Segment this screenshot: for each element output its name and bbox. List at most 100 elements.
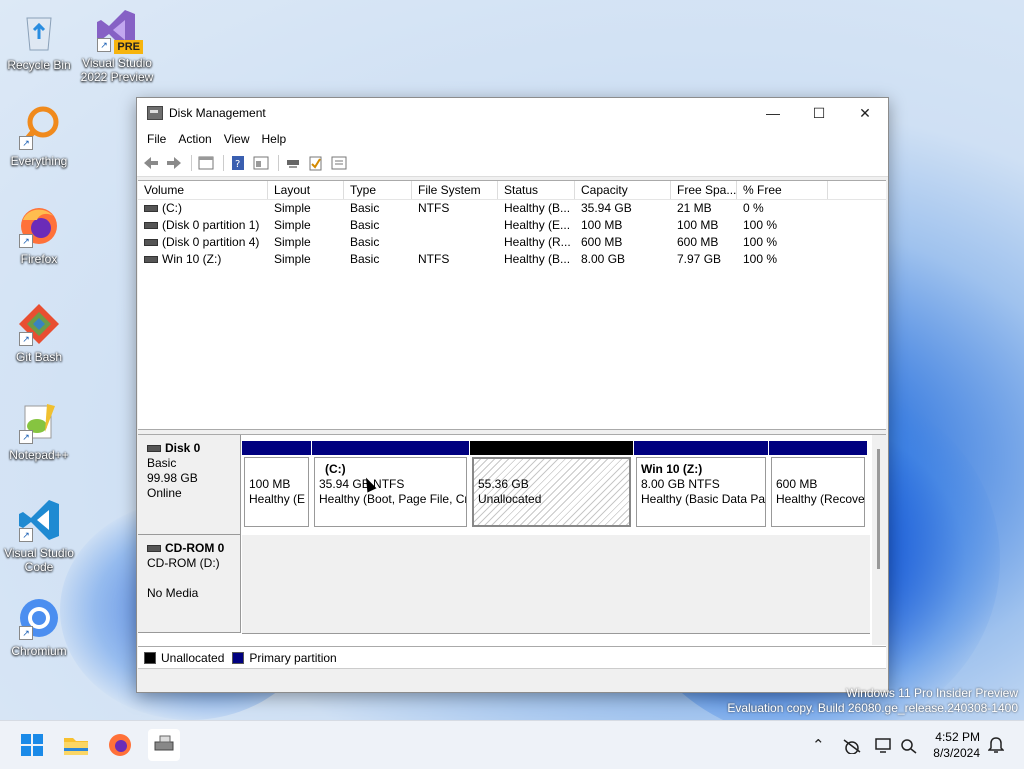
percent-free-cell: 100 % — [743, 218, 778, 232]
menu-bar: File Action View Help — [137, 128, 888, 150]
notification-bell-icon[interactable] — [988, 721, 1004, 769]
cdrom-icon — [147, 545, 161, 553]
cdrom-type: CD-ROM (D:) — [147, 556, 220, 570]
partition-title: Win 10 (Z:) — [641, 462, 703, 476]
column-header-file-system[interactable]: File System — [412, 181, 498, 199]
show-hidden-icons-chevron-icon[interactable]: ⌃ — [812, 721, 825, 769]
primary-partition-bar — [242, 441, 311, 455]
desktop-icon-everything[interactable]: ↗ Everything — [1, 106, 77, 168]
shortcut-arrow-icon: ↗ — [97, 38, 111, 52]
start-button[interactable] — [16, 729, 48, 761]
column-header-layout[interactable]: Layout — [268, 181, 344, 199]
column-header-capacity[interactable]: Capacity — [575, 181, 671, 199]
display-icon[interactable] — [874, 721, 894, 769]
volume-name: (Disk 0 partition 1) — [162, 218, 260, 232]
file-system-cell — [412, 234, 498, 251]
column-header-volume[interactable]: Volume — [138, 181, 268, 199]
taskbar-file-explorer[interactable] — [60, 729, 92, 761]
help-icon[interactable]: ? — [228, 154, 248, 172]
partition-size: 600 MB — [776, 477, 818, 491]
toolbar-separator — [223, 155, 224, 171]
taskbar: ⌃ 4:52 PM 8/3/2024 — [0, 720, 1024, 769]
partition-status: Healthy (E — [249, 492, 306, 506]
capacity-cell: 600 MB — [581, 235, 623, 249]
layout-cell: Simple — [274, 235, 311, 249]
column-headers: Volume Layout Type File System Status Ca… — [138, 181, 886, 200]
watermark-build: Evaluation copy. Build 26080.ge_release.… — [727, 701, 1018, 715]
percent-free-cell: 0 % — [743, 201, 764, 215]
disk-management-app-icon — [147, 106, 163, 120]
partition-title: (C:) — [325, 462, 346, 476]
primary-partition-bar — [312, 441, 469, 455]
desktop-icon-recycle-bin[interactable]: Recycle Bin — [1, 10, 77, 72]
column-header-free-space[interactable]: Free Spa... — [671, 181, 737, 199]
properties-icon[interactable] — [196, 154, 216, 172]
maximize-button[interactable]: ☐ — [796, 98, 842, 128]
window-title: Disk Management — [169, 106, 266, 120]
menu-help[interactable]: Help — [256, 132, 293, 146]
column-header-type[interactable]: Type — [344, 181, 412, 199]
scrollbar-thumb[interactable] — [877, 449, 880, 569]
partition-body: 55.36 GB Unallocated — [472, 457, 631, 527]
taskbar-disk-management[interactable] — [148, 729, 180, 761]
disk-0-partitions: 100 MB Healthy (E (C:) 35.94 GB NTFS Hea… — [242, 441, 870, 531]
desktop-icon-git-bash[interactable]: ↗ Git Bash — [1, 302, 77, 364]
minimize-button[interactable]: — — [750, 98, 796, 128]
partition-recovery[interactable]: 600 MB Healthy (Recove — [769, 441, 867, 529]
accessibility-icon[interactable] — [900, 721, 918, 769]
view-icon[interactable] — [251, 154, 271, 172]
disk-icon — [147, 445, 161, 453]
watermark-edition: Windows 11 Pro Insider Preview — [846, 686, 1018, 700]
menu-action[interactable]: Action — [172, 132, 217, 146]
partition-efi[interactable]: 100 MB Healthy (E — [242, 441, 311, 529]
table-row[interactable]: (Disk 0 partition 1) Simple Basic Health… — [138, 217, 886, 234]
cdrom-name: CD-ROM 0 — [165, 541, 225, 555]
partition-status: Healthy (Boot, Page File, Cr — [319, 492, 467, 506]
partition-body: 600 MB Healthy (Recove — [771, 457, 865, 527]
desktop-icon-firefox[interactable]: ↗ Firefox — [1, 204, 77, 266]
disk-0-label[interactable]: Disk 0 Basic 99.98 GB Online — [138, 435, 241, 535]
desktop-icon-label: Git Bash — [15, 350, 63, 364]
desktop-icon-chromium[interactable]: ↗ Chromium — [1, 596, 77, 658]
file-system-cell — [412, 217, 498, 234]
desktop-icon-label: Recycle Bin — [7, 58, 71, 72]
shortcut-arrow-icon: ↗ — [19, 430, 33, 444]
visual-studio-icon: PRE ↗ — [95, 8, 143, 54]
forward-arrow-icon[interactable] — [164, 154, 184, 172]
menu-view[interactable]: View — [218, 132, 256, 146]
close-button[interactable]: ✕ — [842, 98, 888, 128]
file-system-cell: NTFS — [418, 252, 450, 266]
table-row[interactable]: (Disk 0 partition 4) Simple Basic Health… — [138, 234, 886, 251]
cdrom-0-label[interactable]: CD-ROM 0 CD-ROM (D:) No Media — [138, 535, 241, 633]
vertical-scrollbar[interactable] — [872, 435, 886, 645]
network-icon[interactable] — [842, 721, 862, 769]
partition-c[interactable]: (C:) 35.94 GB NTFS Healthy (Boot, Page F… — [312, 441, 469, 529]
desktop-icon-vscode[interactable]: ↗ Visual Studio Code — [1, 498, 77, 574]
table-row[interactable]: (C:) Simple Basic NTFS Healthy (B... 35.… — [138, 200, 886, 217]
title-bar[interactable]: Disk Management — ☐ ✕ — [137, 98, 888, 128]
drive-icon — [144, 239, 158, 247]
check-icon[interactable] — [306, 154, 326, 172]
system-clock[interactable]: 4:52 PM 8/3/2024 — [933, 729, 980, 761]
partition-z[interactable]: Win 10 (Z:) 8.00 GB NTFS Healthy (Basic … — [634, 441, 768, 529]
cdrom-0-partition-area[interactable] — [242, 535, 870, 634]
desktop-icon-visual-studio[interactable]: PRE ↗ Visual Studio 2022 Preview — [79, 8, 155, 84]
partition-unallocated[interactable]: 55.36 GB Unallocated — [470, 441, 633, 529]
disk-type: Basic — [147, 456, 177, 470]
connect-icon[interactable] — [283, 154, 303, 172]
layout-cell: Simple — [274, 218, 311, 232]
toolbar: ? — [137, 150, 888, 177]
partition-body: (C:) 35.94 GB NTFS Healthy (Boot, Page F… — [314, 457, 467, 527]
menu-file[interactable]: File — [141, 132, 172, 146]
column-header-percent-free[interactable]: % Free — [737, 181, 828, 199]
clock-date: 8/3/2024 — [933, 746, 980, 760]
primary-partition-bar — [769, 441, 867, 455]
list-icon[interactable] — [329, 154, 349, 172]
column-header-status[interactable]: Status — [498, 181, 575, 199]
free-space-cell: 600 MB — [677, 235, 719, 249]
table-row[interactable]: Win 10 (Z:) Simple Basic NTFS Healthy (B… — [138, 251, 886, 268]
taskbar-firefox[interactable] — [104, 729, 136, 761]
back-arrow-icon[interactable] — [141, 154, 161, 172]
shortcut-arrow-icon: ↗ — [19, 136, 33, 150]
desktop-icon-notepad-plus-plus[interactable]: ↗ Notepad++ — [1, 400, 77, 462]
